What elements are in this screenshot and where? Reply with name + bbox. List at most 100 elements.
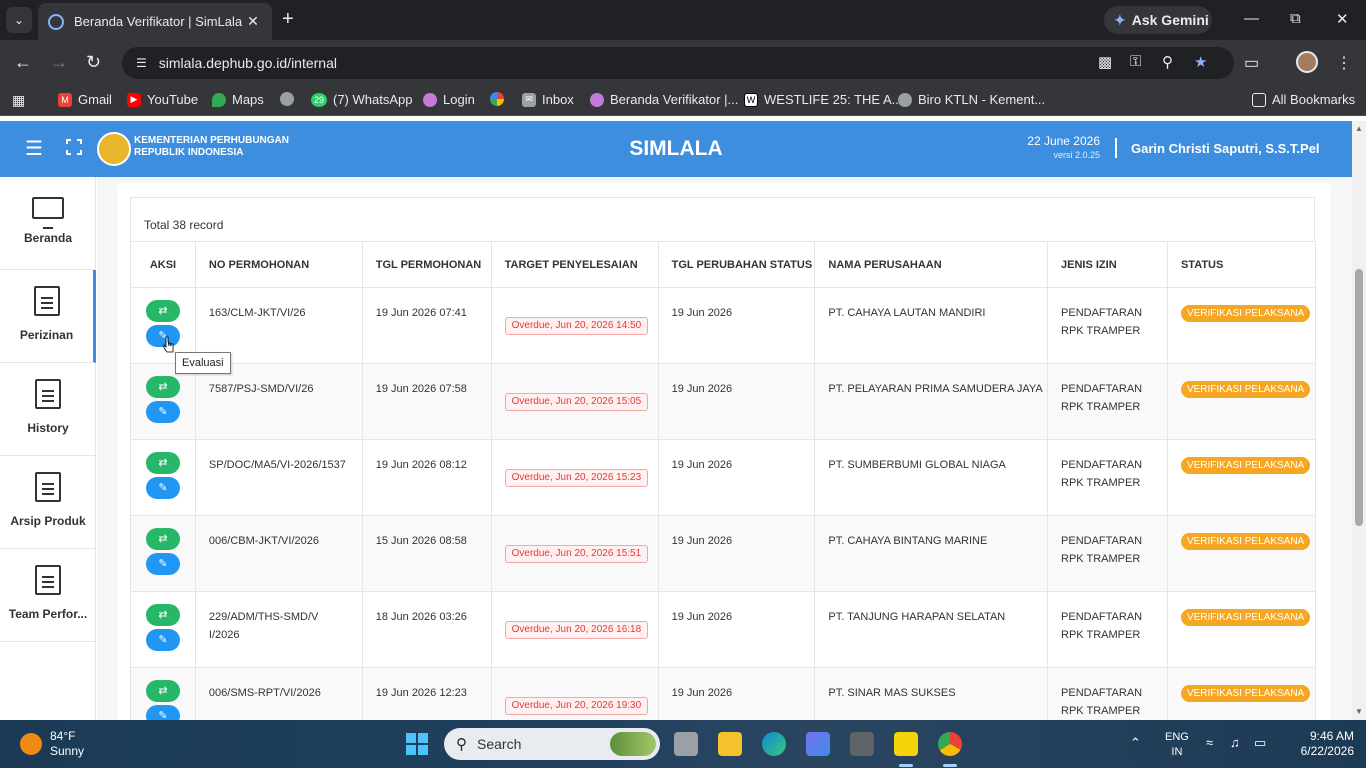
address-bar[interactable]: ☰ simlala.dephub.go.id/internal ▩ ⚿ ⚲ ★ [122, 47, 1234, 79]
evaluasi-edit-button[interactable]: ✎ [145, 553, 180, 575]
system-clock[interactable]: 9:46 AM 6/22/2026 [1301, 729, 1354, 759]
install-app-icon[interactable]: ▩ [1098, 53, 1112, 71]
reload-icon[interactable]: ↻ [86, 52, 101, 72]
page-scrollbar[interactable]: ▲ ▼ [1352, 121, 1366, 720]
column-header-target-penyelesaian[interactable]: TARGET PENYELESAIAN [490, 241, 659, 288]
active-app-indicator [943, 764, 957, 767]
pinwheel-icon [490, 92, 504, 106]
process-swap-button[interactable]: ⇄ [145, 604, 180, 626]
nama-perusahaan-cell: PT. PELAYARAN PRIMA SAMUDERA JAYA [814, 363, 1049, 440]
bookmark-inbox[interactable]: ✉ Inbox [522, 92, 574, 107]
column-header-jenis-izin[interactable]: JENIS IZIN [1047, 241, 1168, 288]
jenis-izin-cell: PENDAFTARAN RPK TRAMPER [1047, 591, 1168, 668]
bookmark-login[interactable]: Login [423, 92, 475, 107]
browser-tab-active[interactable]: Beranda Verifikator | SimLala ✕ [38, 3, 272, 40]
battery-icon[interactable]: ▭ [1254, 735, 1266, 751]
evaluasi-edit-button[interactable]: ✎ [145, 705, 180, 720]
bookmark-gmail[interactable]: M Gmail [58, 92, 112, 107]
site-info-icon[interactable]: ☰ [136, 56, 147, 70]
bookmark-whatsapp[interactable]: 29 (7) WhatsApp [311, 92, 412, 107]
permohonan-table: AKSI NO PERMOHONAN TGL PERMOHONAN TARGET… [130, 241, 1317, 720]
column-header-tgl-permohonan[interactable]: TGL PERMOHONAN [361, 241, 492, 288]
tgl-perubahan-cell: 19 Jun 2026 [657, 287, 816, 364]
process-swap-button[interactable]: ⇄ [145, 300, 180, 322]
ask-gemini-button[interactable]: ✦ Ask Gemini [1104, 6, 1212, 34]
user-name[interactable]: Garin Christi Saputri, S.S.T.Pel [1131, 141, 1320, 156]
sticky-notes-icon[interactable] [894, 732, 918, 756]
column-header-nama-perusahaan[interactable]: NAMA PERUSAHAAN [814, 241, 1049, 288]
column-header-status[interactable]: STATUS [1166, 241, 1317, 288]
process-swap-button[interactable]: ⇄ [145, 376, 180, 398]
sidebar-item-perizinan[interactable]: Perizinan [0, 270, 96, 363]
restore-icon[interactable]: ⧉ [1290, 10, 1301, 27]
profile-avatar[interactable] [1296, 51, 1318, 73]
wifi-icon[interactable]: ≈ [1206, 735, 1213, 750]
sun-weather-icon[interactable] [20, 733, 42, 755]
taskbar-search[interactable]: ⚲ Search [444, 728, 660, 760]
chrome-menu-icon[interactable]: ⋮ [1336, 53, 1352, 73]
overdue-badge: Overdue, Jun 20, 2026 16:18 [504, 621, 649, 639]
tab-search-chevron-icon[interactable]: ⌄ [6, 7, 32, 33]
permohonan-card: Total 38 record AKSI NO PERMOHONAN TGL P… [118, 183, 1330, 720]
bookmark-westlife[interactable]: W WESTLIFE 25: THE A... [744, 92, 902, 107]
process-swap-button[interactable]: ⇄ [145, 680, 180, 702]
scroll-up-icon[interactable]: ▲ [1355, 124, 1363, 133]
side-navigation: Beranda Perizinan History Arsip Produk T… [0, 177, 96, 720]
windows-taskbar: 84°F Sunny ⚲ Search ⌃ ENG IN ≈ ♫ ▭ 9:46 … [0, 720, 1366, 768]
sidebar-item-team-performance[interactable]: Team Perfor... [0, 549, 96, 642]
file-explorer-icon[interactable] [718, 732, 742, 756]
sidebar-item-history[interactable]: History [0, 363, 96, 456]
volume-icon[interactable]: ♫ [1230, 735, 1240, 750]
tab-close-icon[interactable]: ✕ [244, 13, 262, 30]
tray-chevron-up-icon[interactable]: ⌃ [1130, 735, 1141, 751]
window-close-icon[interactable]: ✕ [1336, 10, 1349, 28]
status-cell: VERIFIKASI PELAKSANA [1166, 439, 1317, 516]
status-badge: VERIFIKASI PELAKSANA [1180, 305, 1311, 322]
scrollbar-thumb[interactable] [1355, 269, 1363, 526]
ask-gemini-label: Ask Gemini [1131, 12, 1209, 28]
minimize-icon[interactable]: — [1244, 10, 1259, 27]
input-language[interactable]: ENG IN [1165, 730, 1189, 760]
aksi-cell: ⇄ ✎ [130, 667, 196, 720]
bookmark-biro-ktln[interactable]: Biro KTLN - Kement... [898, 92, 1045, 107]
bookmark-globe[interactable] [280, 92, 300, 106]
document-icon [33, 286, 60, 316]
bookmark-beranda-verifikator[interactable]: Beranda Verifikator |... [590, 92, 738, 107]
bookmark-photos[interactable] [490, 92, 510, 106]
bookmark-star-icon[interactable]: ★ [1194, 53, 1207, 71]
extensions-puzzle-icon[interactable]: ▭ [1244, 53, 1259, 73]
bookmark-youtube[interactable]: ▶ YouTube [127, 92, 198, 107]
tgl-perubahan-cell: 19 Jun 2026 [657, 439, 816, 516]
no-permohonan-cell: 7587/PSJ-SMD/VI/26 [194, 363, 363, 440]
chrome-icon[interactable] [938, 732, 962, 756]
bookmark-maps[interactable]: Maps [212, 92, 264, 107]
scroll-down-icon[interactable]: ▼ [1355, 707, 1363, 716]
new-tab-button[interactable]: + [282, 9, 294, 29]
edge-browser-icon[interactable] [762, 732, 786, 756]
all-bookmarks[interactable]: All Bookmarks [1252, 92, 1355, 107]
copilot-icon[interactable] [806, 732, 830, 756]
sidebar-item-arsip-produk[interactable]: Arsip Produk [0, 456, 96, 549]
browser-tab-bar: ⌄ Beranda Verifikator | SimLala ✕ + ✦ As… [0, 0, 1366, 40]
evaluasi-edit-button[interactable]: ✎ [145, 477, 180, 499]
sidebar-item-beranda[interactable]: Beranda [0, 177, 96, 270]
evaluasi-edit-button[interactable]: ✎ [145, 629, 180, 651]
process-swap-button[interactable]: ⇄ [145, 452, 180, 474]
apps-grid-icon[interactable]: ▦ [12, 92, 25, 109]
password-key-icon[interactable]: ⚿ [1130, 53, 1141, 70]
no-permohonan-cell: 006/CBM-JKT/VI/2026 [194, 515, 363, 592]
task-view-icon[interactable] [674, 732, 698, 756]
process-swap-button[interactable]: ⇄ [145, 528, 180, 550]
back-icon[interactable]: ← [14, 52, 32, 72]
nama-perusahaan-cell: PT. CAHAYA LAUTAN MANDIRI [814, 287, 1049, 364]
weather-widget[interactable]: 84°F Sunny [50, 729, 84, 759]
windows-start-icon[interactable] [406, 733, 428, 755]
evaluasi-edit-button[interactable]: ✎ [145, 401, 180, 423]
column-header-no-permohonan[interactable]: NO PERMOHONAN [194, 241, 363, 288]
forward-icon[interactable]: → [50, 52, 68, 72]
nama-perusahaan-cell: PT. SUMBERBUMI GLOBAL NIAGA [814, 439, 1049, 516]
zoom-icon[interactable]: ⚲ [1162, 53, 1173, 71]
aksi-cell: ⇄ ✎ [130, 591, 196, 668]
column-header-tgl-perubahan-status[interactable]: TGL PERUBAHAN STATUS [657, 241, 816, 288]
camera-icon[interactable] [850, 732, 874, 756]
